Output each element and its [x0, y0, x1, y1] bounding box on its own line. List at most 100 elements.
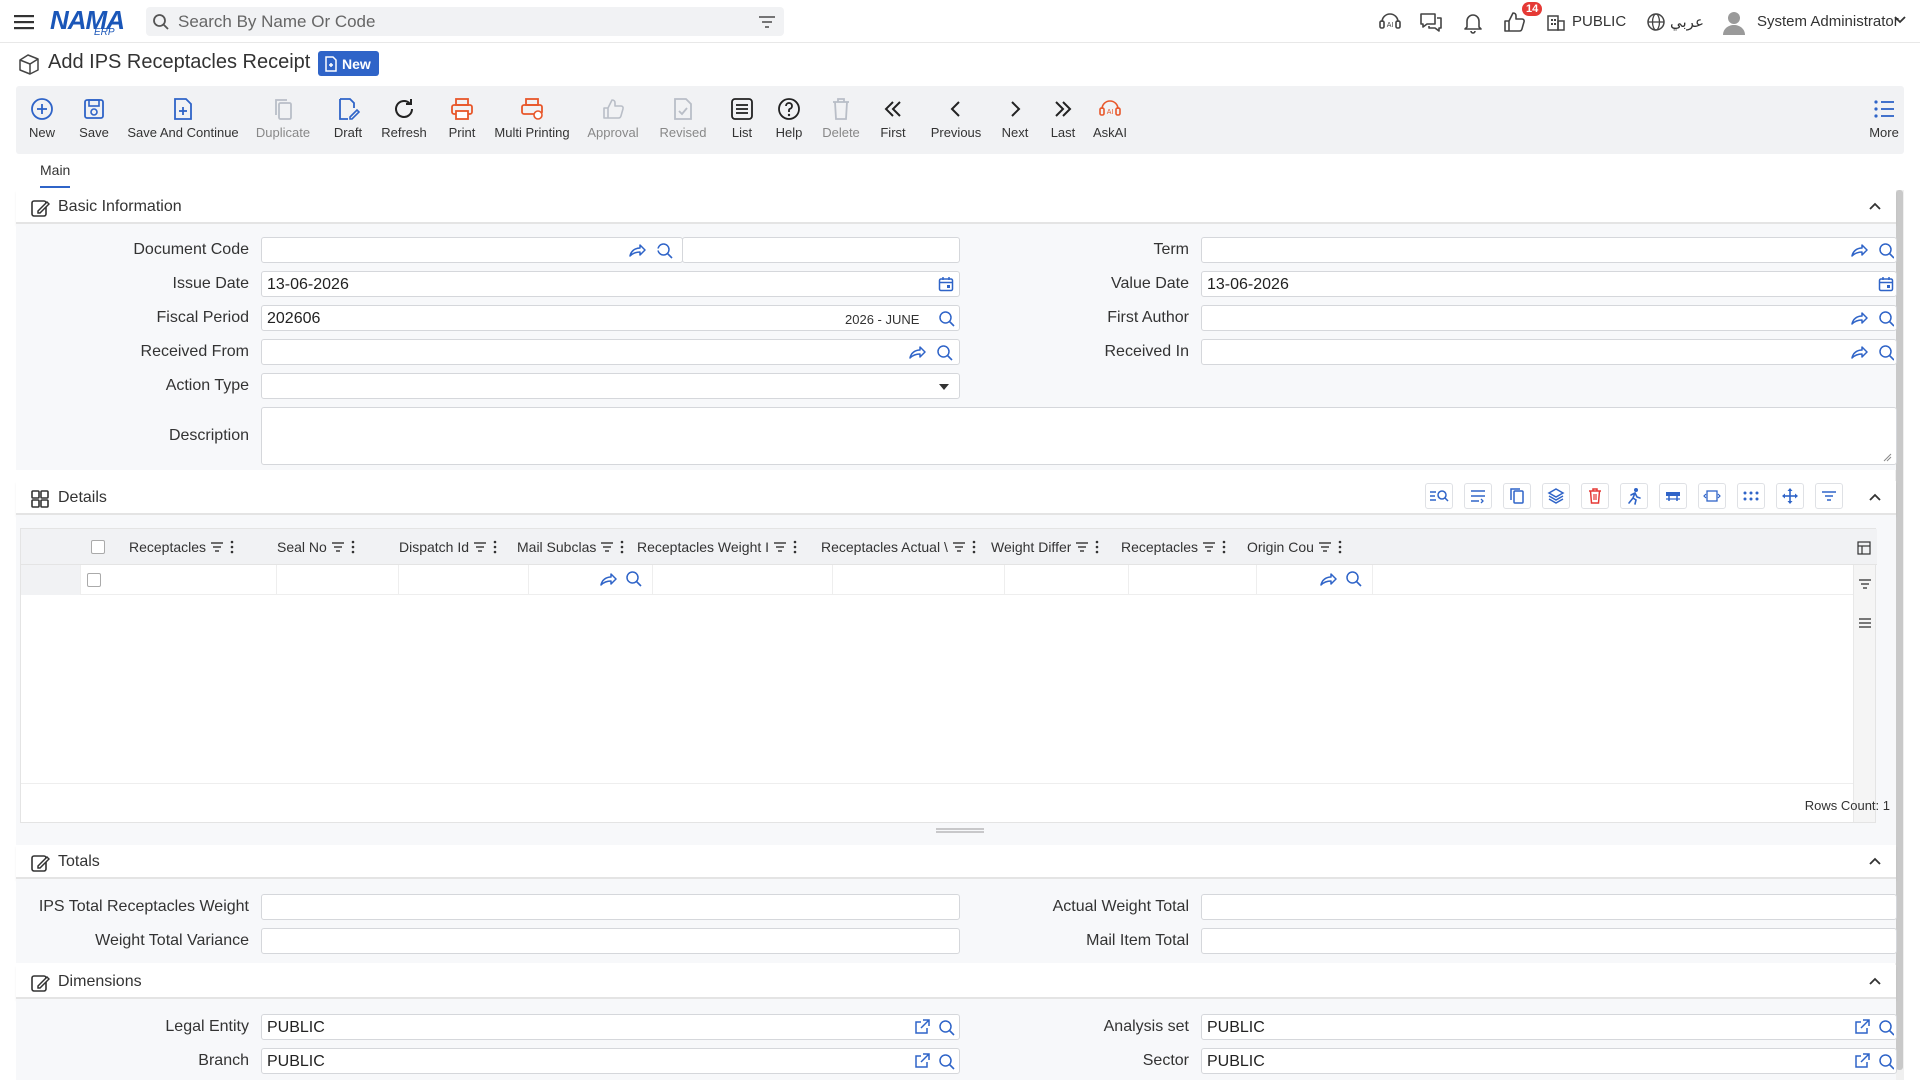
copy-row-button[interactable] — [1503, 483, 1531, 509]
tab-main[interactable]: Main — [40, 162, 71, 188]
row-checkbox[interactable] — [87, 573, 101, 587]
column-header[interactable]: Seal No — [277, 529, 393, 565]
column-chooser-icon[interactable] — [1857, 541, 1871, 555]
analysis-set-field[interactable]: PUBLIC — [1201, 1014, 1897, 1040]
column-header[interactable]: Receptacles — [1121, 529, 1243, 565]
help-button[interactable]: Help — [774, 86, 804, 154]
fiscal-period-field[interactable]: 202606 2026 - JUNE — [261, 305, 960, 331]
grid-cell[interactable] — [399, 565, 529, 595]
globe-icon[interactable] — [1646, 12, 1672, 36]
run-button[interactable] — [1620, 483, 1648, 509]
column-filter-icon[interactable] — [331, 541, 345, 553]
first-button[interactable]: First — [878, 86, 908, 154]
external-link-icon[interactable] — [914, 1019, 930, 1035]
document-code-extra-field[interactable] — [682, 237, 960, 263]
lookup-icon[interactable] — [1878, 344, 1894, 362]
lookup-icon[interactable] — [938, 1019, 956, 1037]
column-filter-icon[interactable] — [773, 541, 787, 553]
select-all-checkbox[interactable] — [85, 529, 111, 565]
received-in-field[interactable] — [1201, 339, 1897, 365]
list-button[interactable]: List — [728, 86, 756, 154]
delete-button[interactable]: Delete — [820, 86, 862, 154]
chevron-up-icon[interactable] — [1868, 491, 1882, 503]
column-header[interactable]: Receptacles Actual \ — [821, 529, 987, 565]
sector-field[interactable]: PUBLIC — [1201, 1048, 1897, 1074]
filter-rows-button[interactable] — [1815, 483, 1843, 509]
column-filter-icon[interactable] — [1202, 541, 1216, 553]
bell-icon[interactable] — [1460, 10, 1486, 34]
column-menu-icon[interactable] — [1222, 540, 1226, 554]
refresh-button[interactable]: Refresh — [380, 86, 428, 154]
form-scrollbar[interactable] — [1896, 190, 1903, 1070]
user-avatar[interactable] — [1720, 8, 1746, 35]
column-menu-icon[interactable] — [1338, 540, 1342, 554]
grid-cell[interactable] — [1129, 565, 1257, 595]
lookup-icon[interactable] — [938, 1053, 956, 1071]
company-name[interactable]: PUBLIC — [1572, 13, 1626, 30]
splitter-handle[interactable] — [936, 828, 984, 834]
search-rows-button[interactable] — [1425, 483, 1453, 509]
column-header[interactable]: Receptacles Weight I — [637, 529, 817, 565]
menu-icon[interactable] — [12, 12, 36, 32]
previous-button[interactable]: Previous — [928, 86, 984, 154]
ai-assistant-icon[interactable]: AI — [1377, 10, 1403, 34]
chevron-down-icon[interactable] — [1893, 14, 1919, 38]
calendar-icon[interactable] — [938, 276, 954, 292]
share-icon[interactable] — [908, 344, 926, 360]
external-link-icon[interactable] — [1854, 1019, 1870, 1035]
column-header[interactable]: Weight Differ — [991, 529, 1117, 565]
grid-cell[interactable] — [653, 565, 833, 595]
actual-weight-total-field[interactable] — [1201, 894, 1897, 920]
grid-dots-button[interactable] — [1737, 483, 1765, 509]
basic-information-header[interactable]: Basic Information — [16, 190, 1896, 224]
filter-icon[interactable] — [758, 14, 776, 30]
ips-total-field[interactable] — [261, 894, 960, 920]
action-type-select[interactable] — [261, 373, 960, 399]
external-link-icon[interactable] — [914, 1053, 930, 1069]
share-icon[interactable] — [1850, 242, 1868, 258]
mail-item-total-field[interactable] — [1201, 928, 1897, 954]
branch-field[interactable]: PUBLIC — [261, 1048, 960, 1074]
layers-button[interactable] — [1542, 483, 1570, 509]
legal-entity-field[interactable]: PUBLIC — [261, 1014, 960, 1040]
save-button[interactable]: Save — [78, 86, 110, 154]
new-button[interactable]: New — [26, 86, 58, 154]
column-menu-icon[interactable] — [230, 540, 234, 554]
logo[interactable]: NAMA ERP — [50, 5, 130, 39]
grid-cell[interactable] — [129, 565, 277, 595]
askai-button[interactable]: AI AskAI — [1092, 86, 1128, 154]
next-button[interactable]: Next — [1000, 86, 1030, 154]
lookup-icon[interactable] — [1345, 570, 1363, 588]
table-row[interactable]: 1 — [21, 565, 1873, 595]
lookup-icon[interactable] — [625, 570, 643, 588]
share-icon[interactable] — [599, 571, 617, 587]
value-date-field[interactable]: 13-06-2026 — [1201, 271, 1897, 297]
share-icon[interactable] — [1319, 571, 1337, 587]
grid-cell[interactable] — [1005, 565, 1129, 595]
resize-handle-icon[interactable] — [1882, 452, 1892, 462]
dimensions-header[interactable]: Dimensions — [16, 965, 1896, 999]
revised-button[interactable]: Revised — [658, 86, 708, 154]
column-menu-icon[interactable] — [493, 540, 497, 554]
multi-printing-button[interactable]: Multi Printing — [494, 86, 570, 154]
document-code-field[interactable] — [261, 237, 683, 263]
fit-columns-button[interactable] — [1698, 483, 1726, 509]
lookup-icon[interactable] — [938, 310, 956, 328]
caret-down-icon[interactable] — [938, 382, 950, 392]
lookup-icon[interactable] — [936, 344, 954, 362]
column-filter-icon[interactable] — [952, 541, 966, 553]
column-header[interactable]: Receptacles — [129, 529, 271, 565]
table-options-button[interactable] — [1659, 483, 1687, 509]
approval-button[interactable]: Approval — [586, 86, 640, 154]
draft-button[interactable]: Draft — [328, 86, 368, 154]
language-switch[interactable]: عربي — [1670, 13, 1704, 31]
user-name[interactable]: System Administrator — [1757, 13, 1899, 30]
move-button[interactable] — [1776, 483, 1804, 509]
column-filter-icon[interactable] — [600, 541, 614, 553]
description-textarea[interactable] — [261, 407, 1897, 465]
columns-menu-icon[interactable] — [1858, 617, 1872, 629]
column-menu-icon[interactable] — [351, 540, 355, 554]
chevron-up-icon[interactable] — [1868, 975, 1882, 987]
column-menu-icon[interactable] — [793, 540, 797, 554]
calendar-icon[interactable] — [1878, 276, 1894, 292]
